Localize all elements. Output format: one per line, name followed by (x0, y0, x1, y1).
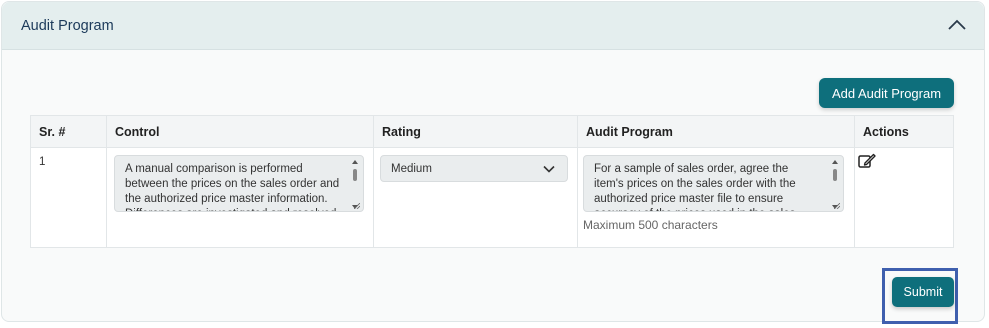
edit-icon[interactable] (858, 153, 876, 169)
panel-header[interactable]: Audit Program (2, 2, 984, 50)
column-header-actions: Actions (854, 115, 954, 148)
control-text: A manual comparison is performed between… (125, 163, 340, 211)
panel-title: Audit Program (21, 18, 114, 34)
chevron-up-icon[interactable] (946, 17, 968, 33)
audit-program-text: For a sample of sales order, agree the i… (594, 163, 796, 211)
resize-grip-icon[interactable] (834, 203, 840, 209)
rating-selected-value: Medium (391, 163, 432, 175)
rating-select[interactable]: Medium (380, 155, 568, 182)
control-textarea[interactable]: A manual comparison is performed between… (114, 155, 364, 212)
column-header-sr: Sr. # (30, 115, 107, 148)
resize-grip-icon[interactable] (354, 203, 360, 209)
audit-program-textarea[interactable]: For a sample of sales order, agree the i… (583, 155, 844, 212)
table-header-row: Sr. # Control Rating Audit Program Actio… (30, 115, 954, 148)
column-header-control: Control (106, 115, 374, 148)
chevron-down-icon (543, 165, 555, 173)
audit-program-scrollbar[interactable] (832, 160, 838, 209)
sr-number-cell: 1 (30, 147, 107, 248)
add-audit-program-button[interactable]: Add Audit Program (819, 78, 954, 108)
column-header-audit-program: Audit Program (577, 115, 855, 148)
character-limit-hint: Maximum 500 characters (583, 218, 718, 232)
submit-button[interactable]: Submit (892, 277, 954, 307)
column-header-rating: Rating (373, 115, 578, 148)
control-scrollbar[interactable] (352, 160, 358, 209)
